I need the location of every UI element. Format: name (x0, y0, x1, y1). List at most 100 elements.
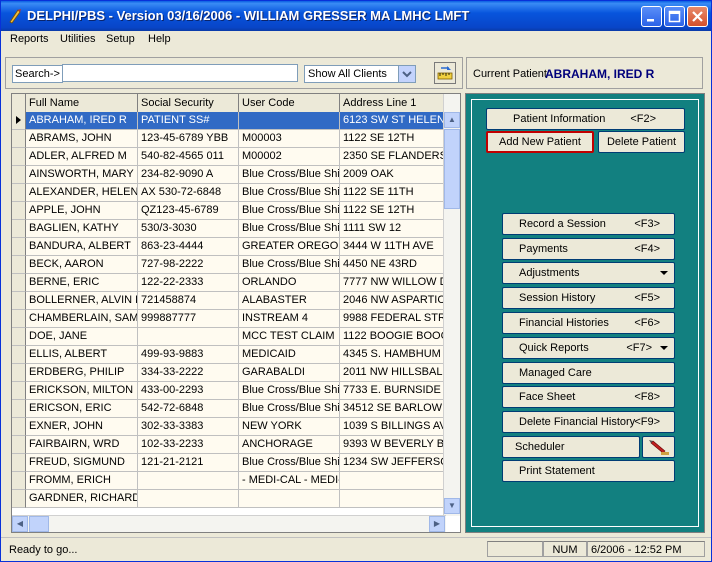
row-selector[interactable] (12, 382, 26, 400)
cell-user-code[interactable]: MCC TEST CLAIM (239, 328, 340, 346)
cell-address[interactable]: 1122 SE 12TH (340, 202, 446, 220)
cell-address[interactable]: 2046 NW ASPARTIC (340, 292, 446, 310)
table-row[interactable]: FREUD, SIGMUND 121-21-2121 Blue Cross/Blue… (12, 454, 446, 472)
hscroll-thumb[interactable] (29, 516, 49, 532)
table-row[interactable]: EXNER, JOHN 302-33-3383 NEW YORK 1039 S BIL… (12, 418, 446, 436)
cell-full-name[interactable]: ABRAHAM, IRED R (26, 112, 138, 130)
cell-address[interactable]: 7733 E. BURNSIDE (340, 382, 446, 400)
cell-user-code[interactable]: Blue Cross/Blue Shield (239, 184, 340, 202)
row-selector[interactable] (12, 454, 26, 472)
cell-address[interactable]: 6123 SW ST HELENS (340, 112, 446, 130)
cell-address[interactable]: 1111 SW 12 (340, 220, 446, 238)
cell-social-security[interactable]: 122-22-2333 (138, 274, 239, 292)
table-row[interactable]: FAIRBAIRN, WRD 102-33-2233 ANCHORAGE 9393 W… (12, 436, 446, 454)
scroll-right-button[interactable]: ▶ (429, 516, 445, 532)
table-row[interactable]: FROMM, ERICH - MEDI-CAL - MEDI-CAL (12, 472, 446, 490)
row-selector[interactable] (12, 490, 26, 508)
cell-user-code[interactable]: Blue Cross/Blue Shield (239, 382, 340, 400)
cell-address[interactable]: 3444 W 11TH AVE (340, 238, 446, 256)
cell-user-code[interactable]: Blue Cross/Blue Shield (239, 454, 340, 472)
table-row[interactable]: ERICKSON, MILTON 433-00-2293 Blue Cross/Bl… (12, 382, 446, 400)
cell-user-code[interactable]: INSTREAM 4 (239, 310, 340, 328)
cell-full-name[interactable]: CHAMBERLAIN, SAM (26, 310, 138, 328)
patient-grid[interactable]: Full Name Social Security User Code Addr… (11, 93, 461, 533)
cell-full-name[interactable]: ERICKSON, MILTON (26, 382, 138, 400)
cell-social-security[interactable]: 540-82-4565 011 (138, 148, 239, 166)
cell-address[interactable]: 7777 NW WILLOW DR (340, 274, 446, 292)
cell-social-security[interactable]: 530/3-3030 (138, 220, 239, 238)
menu-reports[interactable]: Reports (10, 33, 49, 45)
scheduler-tool-button[interactable] (642, 436, 675, 458)
financial-histories-button[interactable]: Financial Histories <F6> (502, 312, 675, 334)
face-sheet-button[interactable]: Face Sheet <F8> (502, 386, 675, 408)
menu-utilities[interactable]: Utilities (60, 33, 95, 45)
quick-reports-button[interactable]: Quick Reports <F7> (502, 337, 675, 359)
cell-user-code[interactable]: ORLANDO (239, 274, 340, 292)
cell-user-code[interactable]: GARABALDI (239, 364, 340, 382)
table-row[interactable]: ERDBERG, PHILIP 334-33-2222 GARABALDI 2011 … (12, 364, 446, 382)
cell-user-code[interactable]: Blue Cross/Blue Shield (239, 202, 340, 220)
row-selector[interactable] (12, 292, 26, 310)
close-button[interactable] (687, 6, 708, 27)
vertical-scrollbar[interactable]: ▲ ▼ (443, 94, 460, 516)
table-row[interactable]: CHAMBERLAIN, SAM 999887777 INSTREAM 4 9988 … (12, 310, 446, 328)
cell-social-security[interactable] (138, 490, 239, 508)
cell-full-name[interactable]: FAIRBAIRN, WRD (26, 436, 138, 454)
minimize-button[interactable] (641, 6, 662, 27)
cell-full-name[interactable]: FREUD, SIGMUND (26, 454, 138, 472)
cell-full-name[interactable]: ERICSON, ERIC (26, 400, 138, 418)
table-row[interactable]: ERICSON, ERIC 542-72-6848 Blue Cross/Blue … (12, 400, 446, 418)
cell-full-name[interactable]: BANDURA, ALBERT (26, 238, 138, 256)
column-header-social-security[interactable]: Social Security (138, 94, 239, 112)
cell-social-security[interactable]: QZ123-45-6789 (138, 202, 239, 220)
client-filter-select[interactable]: Show All Clients (304, 65, 416, 83)
cell-address[interactable]: 2350 SE FLANDERS (340, 148, 446, 166)
table-row[interactable]: APPLE, JOHN QZ123-45-6789 Blue Cross/Blue … (12, 202, 446, 220)
row-selector[interactable] (12, 274, 26, 292)
row-selector[interactable] (12, 166, 26, 184)
cell-user-code[interactable] (239, 112, 340, 130)
cell-user-code[interactable]: ANCHORAGE (239, 436, 340, 454)
table-row[interactable]: ELLIS, ALBERT 499-93-9883 MEDICAID 4345 S. … (12, 346, 446, 364)
column-header-full-name[interactable]: Full Name (26, 94, 138, 112)
cell-address[interactable]: 1122 SE 11TH (340, 184, 446, 202)
cell-full-name[interactable]: EXNER, JOHN (26, 418, 138, 436)
cell-full-name[interactable]: BECK, AARON (26, 256, 138, 274)
cell-user-code[interactable]: Blue Cross/Blue Shield (239, 220, 340, 238)
cell-user-code[interactable]: Blue Cross/Blue Shield (239, 256, 340, 274)
cell-social-security[interactable]: 999887777 (138, 310, 239, 328)
cell-address[interactable]: 4345 S. HAMBHUM RD (340, 346, 446, 364)
search-input[interactable] (62, 64, 298, 82)
cell-social-security[interactable]: 102-33-2233 (138, 436, 239, 454)
cell-full-name[interactable]: BOLLERNER, ALVIN F (26, 292, 138, 310)
row-selector[interactable] (12, 202, 26, 220)
cell-full-name[interactable]: DOE, JANE (26, 328, 138, 346)
cell-address[interactable] (340, 472, 446, 490)
title-bar[interactable]: DELPHI/PBS - Version 03/16/2006 - WILLIA… (1, 1, 711, 31)
scroll-left-button[interactable]: ◀ (12, 516, 28, 532)
cell-full-name[interactable]: BAGLIEN, KATHY (26, 220, 138, 238)
table-row[interactable]: ABRAMS, JOHN 123-45-6789 YBB M00003 1122 SE… (12, 130, 446, 148)
row-selector[interactable] (12, 238, 26, 256)
table-row[interactable]: BANDURA, ALBERT 863-23-4444 GREATER OREGON… (12, 238, 446, 256)
cell-social-security[interactable] (138, 472, 239, 490)
row-selector[interactable] (12, 346, 26, 364)
cell-user-code[interactable]: Blue Cross/Blue Shield (239, 400, 340, 418)
column-header-address[interactable]: Address Line 1 (340, 94, 446, 112)
cell-social-security[interactable]: AX 530-72-6848 (138, 184, 239, 202)
cell-address[interactable]: 1039 S BILLINGS AVE (340, 418, 446, 436)
record-session-button[interactable]: Record a Session <F3> (502, 213, 675, 235)
adjustments-button[interactable]: Adjustments (502, 262, 675, 284)
cell-social-security[interactable]: 499-93-9883 (138, 346, 239, 364)
menu-help[interactable]: Help (148, 33, 171, 45)
cell-full-name[interactable]: GARDNER, RICHARD (26, 490, 138, 508)
cell-user-code[interactable]: M00003 (239, 130, 340, 148)
add-new-patient-button[interactable]: Add New Patient (486, 131, 594, 153)
scroll-up-button[interactable]: ▲ (444, 112, 460, 128)
table-row[interactable]: BERNE, ERIC 122-22-2333 ORLANDO 7777 NW WIL… (12, 274, 446, 292)
scheduler-button[interactable]: Scheduler (502, 436, 640, 458)
table-row[interactable]: BAGLIEN, KATHY 530/3-3030 Blue Cross/Blue … (12, 220, 446, 238)
cell-full-name[interactable]: AINSWORTH, MARY (26, 166, 138, 184)
column-header-user-code[interactable]: User Code (239, 94, 340, 112)
cell-address[interactable]: 9393 W BEVERLY BLVD (340, 436, 446, 454)
